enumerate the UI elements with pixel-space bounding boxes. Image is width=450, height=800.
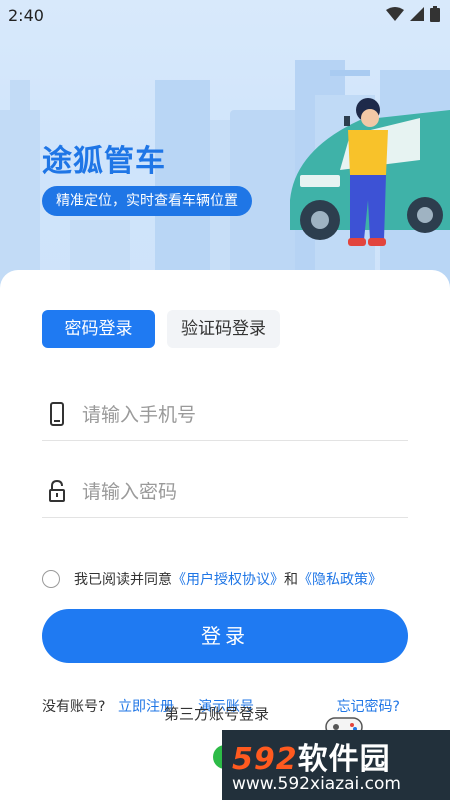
phone-icon: [50, 402, 64, 426]
user-agreement-link[interactable]: 《用户授权协议》: [172, 569, 284, 589]
login-button[interactable]: 登录: [42, 609, 408, 663]
password-field: [42, 465, 408, 518]
watermark-banner: 592软件园 www.592xiazai.com: [222, 730, 450, 800]
slogan-badge: 精准定位，实时查看车辆位置: [42, 186, 252, 216]
status-bar: 2:40: [0, 0, 450, 32]
status-icons: [386, 6, 440, 22]
watermark-text: 软件园: [297, 742, 391, 777]
wifi-icon: [386, 7, 404, 21]
tab-password-login[interactable]: 密码登录: [42, 310, 155, 348]
signal-icon: [410, 7, 424, 21]
third-party-login-label: 第三方账号登录: [164, 705, 270, 723]
tab-code-login[interactable]: 验证码登录: [167, 310, 280, 348]
status-time: 2:40: [8, 6, 44, 25]
watermark-url: www.592xiazai.com: [232, 774, 401, 794]
privacy-policy-link[interactable]: 《隐私政策》: [298, 569, 382, 589]
agreement-checkbox[interactable]: [42, 570, 60, 588]
agreement-conjunction: 和: [284, 572, 298, 588]
password-input[interactable]: [80, 473, 404, 511]
hero-banner: 2:40 途狐管车 精准定位，实时查看车辆位置: [0, 0, 450, 300]
watermark-number: 592: [232, 742, 298, 777]
agreement-row: 我已阅读并同意 《用户授权协议》 和 《隐私政策》: [42, 568, 382, 590]
phone-input[interactable]: [80, 396, 404, 434]
person-with-car-illustration: [290, 98, 450, 246]
watermark-brand: 592软件园: [232, 734, 391, 778]
app-title: 途狐管车: [42, 144, 166, 179]
phone-field: [42, 388, 408, 441]
lock-icon: [49, 479, 65, 502]
battery-icon: [430, 6, 440, 22]
agreement-prefix: 我已阅读并同意: [74, 572, 172, 588]
no-account-text: 没有账号?: [42, 699, 106, 715]
